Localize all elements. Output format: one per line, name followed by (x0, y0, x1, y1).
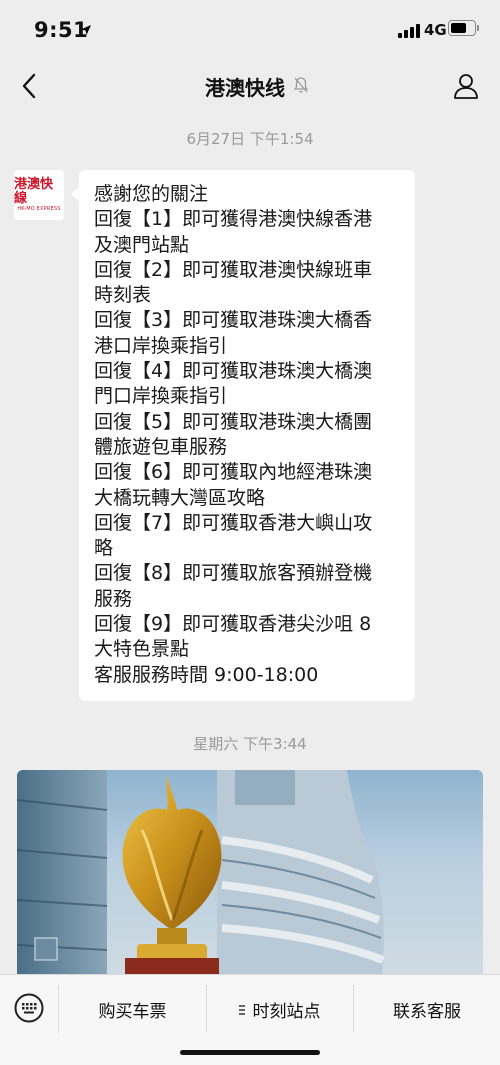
message-line: 及澳門站點 (94, 233, 190, 256)
message-line: 體旅遊包車服務 (94, 435, 228, 458)
nav-bar: 港澳快线 (0, 62, 500, 110)
message-line: 回復【2】即可獲取港澳快線班車 (94, 258, 373, 281)
message-line: 門口岸換乘指引 (94, 385, 228, 408)
message-line: 回復【4】即可獲取港珠澳大橋澳 (94, 360, 373, 383)
message-line: 回復【5】即可獲取港珠澳大橋團 (94, 410, 373, 433)
avatar[interactable]: 港澳快線 HK-MO EXPRESS (14, 170, 64, 220)
keyboard-icon[interactable] (14, 993, 44, 1023)
menu-item-buy-tickets[interactable]: 购买车票 (60, 997, 205, 1022)
message-line: 回復【8】即可獲取旅客預辦登機 (94, 562, 373, 585)
menu-item-timetable-label: 时刻站点 (252, 1002, 321, 1022)
message-line: 港口岸換乘指引 (94, 334, 228, 357)
menu-divider (58, 985, 59, 1033)
signal-icon (398, 24, 420, 38)
message-line: 略 (94, 537, 114, 560)
menu-item-timetable[interactable]: 时刻站点 (207, 997, 352, 1022)
message-line: 回復【1】即可獲得港澳快線香港 (94, 208, 373, 231)
menu-item-customer-service[interactable]: 联系客服 (354, 997, 500, 1022)
message-line: 大特色景點 (94, 638, 190, 661)
message-line: 感謝您的關注 (94, 183, 209, 205)
message-line: 回復【3】即可獲取港珠澳大橋香 (94, 309, 373, 332)
location-arrow-icon (81, 25, 91, 35)
home-indicator (180, 1050, 320, 1055)
battery-icon (448, 20, 479, 36)
message-line: 時刻表 (94, 284, 152, 307)
avatar-logo-text: 港澳快線 (14, 177, 54, 206)
bell-muted-icon (293, 77, 309, 93)
status-bar: 9:51 4G (0, 0, 500, 62)
message-line: 客服服務時間 9:00-18:00 (94, 663, 319, 686)
message-bubble: 感謝您的關注 回復【1】即可獲得港澳快線香港 及澳門站點 回復【2】即可獲取港澳… (71, 170, 415, 701)
chevron-left-icon[interactable] (18, 72, 42, 100)
message-line: 回復【7】即可獲取香港大嶼山攻 (94, 511, 373, 534)
avatar-logo-subtext: HK-MO EXPRESS (17, 206, 61, 212)
message-timestamp: 星期六 下午3:44 (193, 735, 307, 753)
message-line: 服務 (94, 587, 133, 610)
message-timestamp: 6月27日 下午1:54 (186, 130, 314, 148)
message-line: 大橋玩轉大灣區攻略 (94, 486, 266, 509)
network-type: 4G (424, 21, 447, 39)
golden-bauhinia-statue-image (17, 770, 385, 975)
message-line: 回復【6】即可獲取內地經港珠澳 (94, 461, 373, 484)
person-icon[interactable] (452, 72, 480, 100)
page-title: 港澳快线 (205, 76, 285, 100)
message-line: 回復【9】即可獲取香港尖沙咀 8 (94, 613, 372, 636)
menu-lines-icon (238, 1005, 245, 1015)
article-card-image[interactable] (17, 770, 483, 975)
